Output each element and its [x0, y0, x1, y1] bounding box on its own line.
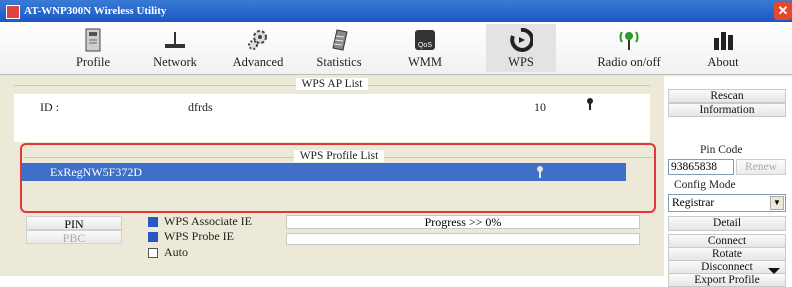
pin-button[interactable]: PIN: [26, 216, 122, 231]
radio-icon: [619, 31, 639, 50]
wps-ap-list-heading: WPS AP List: [14, 78, 650, 92]
right-pane: Rescan Information Pin Code 93865838 Ren…: [664, 76, 792, 287]
app-icon: [6, 5, 20, 19]
auto-label: Auto: [164, 245, 188, 259]
tab-wmm-label: WMM: [407, 55, 443, 69]
highlight-box: [20, 143, 656, 213]
tab-network-label: Network: [153, 55, 197, 69]
rotate-button[interactable]: Rotate: [668, 247, 786, 261]
tab-network[interactable]: Network: [140, 24, 210, 72]
close-icon[interactable]: ✕: [774, 2, 792, 20]
wmm-qos-icon: QoS: [415, 30, 435, 50]
scroll-down-icon[interactable]: [768, 268, 780, 274]
svg-text:QoS: QoS: [418, 42, 432, 49]
chevron-down-icon[interactable]: ▼: [770, 196, 784, 210]
network-icon: [165, 32, 185, 48]
connect-button[interactable]: Connect: [668, 234, 786, 248]
window-title: AT-WNP300N Wireless Utility: [24, 5, 167, 17]
wps-associate-ie-checkbox[interactable]: [148, 217, 158, 227]
lock-icon: [587, 98, 593, 110]
tab-wmm[interactable]: QoS WMM: [390, 24, 460, 72]
wireless-utility-window: AT-WNP300N Wireless Utility ✕ Profile Ne…: [0, 0, 792, 287]
auto-checkbox[interactable]: [148, 248, 158, 258]
tab-radio-onoff[interactable]: Radio on/off: [589, 24, 669, 72]
detail-button[interactable]: Detail: [668, 216, 786, 231]
rescan-button[interactable]: Rescan: [668, 89, 786, 103]
ap-channel: 10: [534, 100, 546, 114]
tab-statistics-label: Statistics: [316, 55, 362, 69]
wps-icon: [510, 28, 533, 52]
ap-id-label: ID :: [40, 100, 59, 114]
export-profile-button[interactable]: Export Profile: [668, 273, 786, 287]
gears-icon: [248, 30, 267, 50]
config-mode-select[interactable]: Registrar ▼: [668, 194, 786, 212]
about-icon: [714, 32, 733, 50]
main-toolbar: Profile Network Advanced Statistics QoS …: [0, 22, 792, 75]
wps-probe-ie-label: WPS Probe IE: [164, 229, 234, 243]
wps-probe-ie-checkbox[interactable]: [148, 232, 158, 242]
pin-code-label: Pin Code: [700, 144, 743, 156]
progress-text: Progress >> 0%: [424, 215, 502, 229]
tab-advanced-label: Advanced: [232, 55, 284, 69]
tab-radio-label: Radio on/off: [597, 55, 661, 69]
pin-code-field[interactable]: 93865838: [668, 159, 734, 175]
tab-statistics[interactable]: Statistics: [304, 24, 374, 72]
profile-icon: [85, 28, 101, 52]
tab-about[interactable]: About: [688, 24, 758, 72]
wps-ap-list[interactable]: ID : dfrds 10: [14, 94, 650, 142]
progress-bar-secondary: [286, 233, 640, 245]
renew-button[interactable]: Renew: [736, 159, 786, 175]
statistics-icon: [332, 29, 348, 51]
ap-ssid: dfrds: [188, 100, 213, 114]
progress-bar: Progress >> 0%: [286, 215, 640, 229]
tab-profile[interactable]: Profile: [58, 24, 128, 72]
tab-wps-label: WPS: [508, 55, 534, 69]
tab-wps[interactable]: WPS: [486, 24, 556, 72]
tab-about-label: About: [707, 55, 739, 69]
tab-profile-label: Profile: [75, 55, 111, 69]
pbc-button[interactable]: PBC: [26, 230, 122, 245]
tab-advanced[interactable]: Advanced: [223, 24, 293, 72]
wps-associate-ie-label: WPS Associate IE: [164, 214, 252, 228]
information-button[interactable]: Information: [668, 103, 786, 117]
config-mode-label: Config Mode: [674, 179, 736, 191]
title-bar: AT-WNP300N Wireless Utility ✕: [0, 0, 792, 22]
config-mode-value: Registrar: [672, 197, 715, 209]
